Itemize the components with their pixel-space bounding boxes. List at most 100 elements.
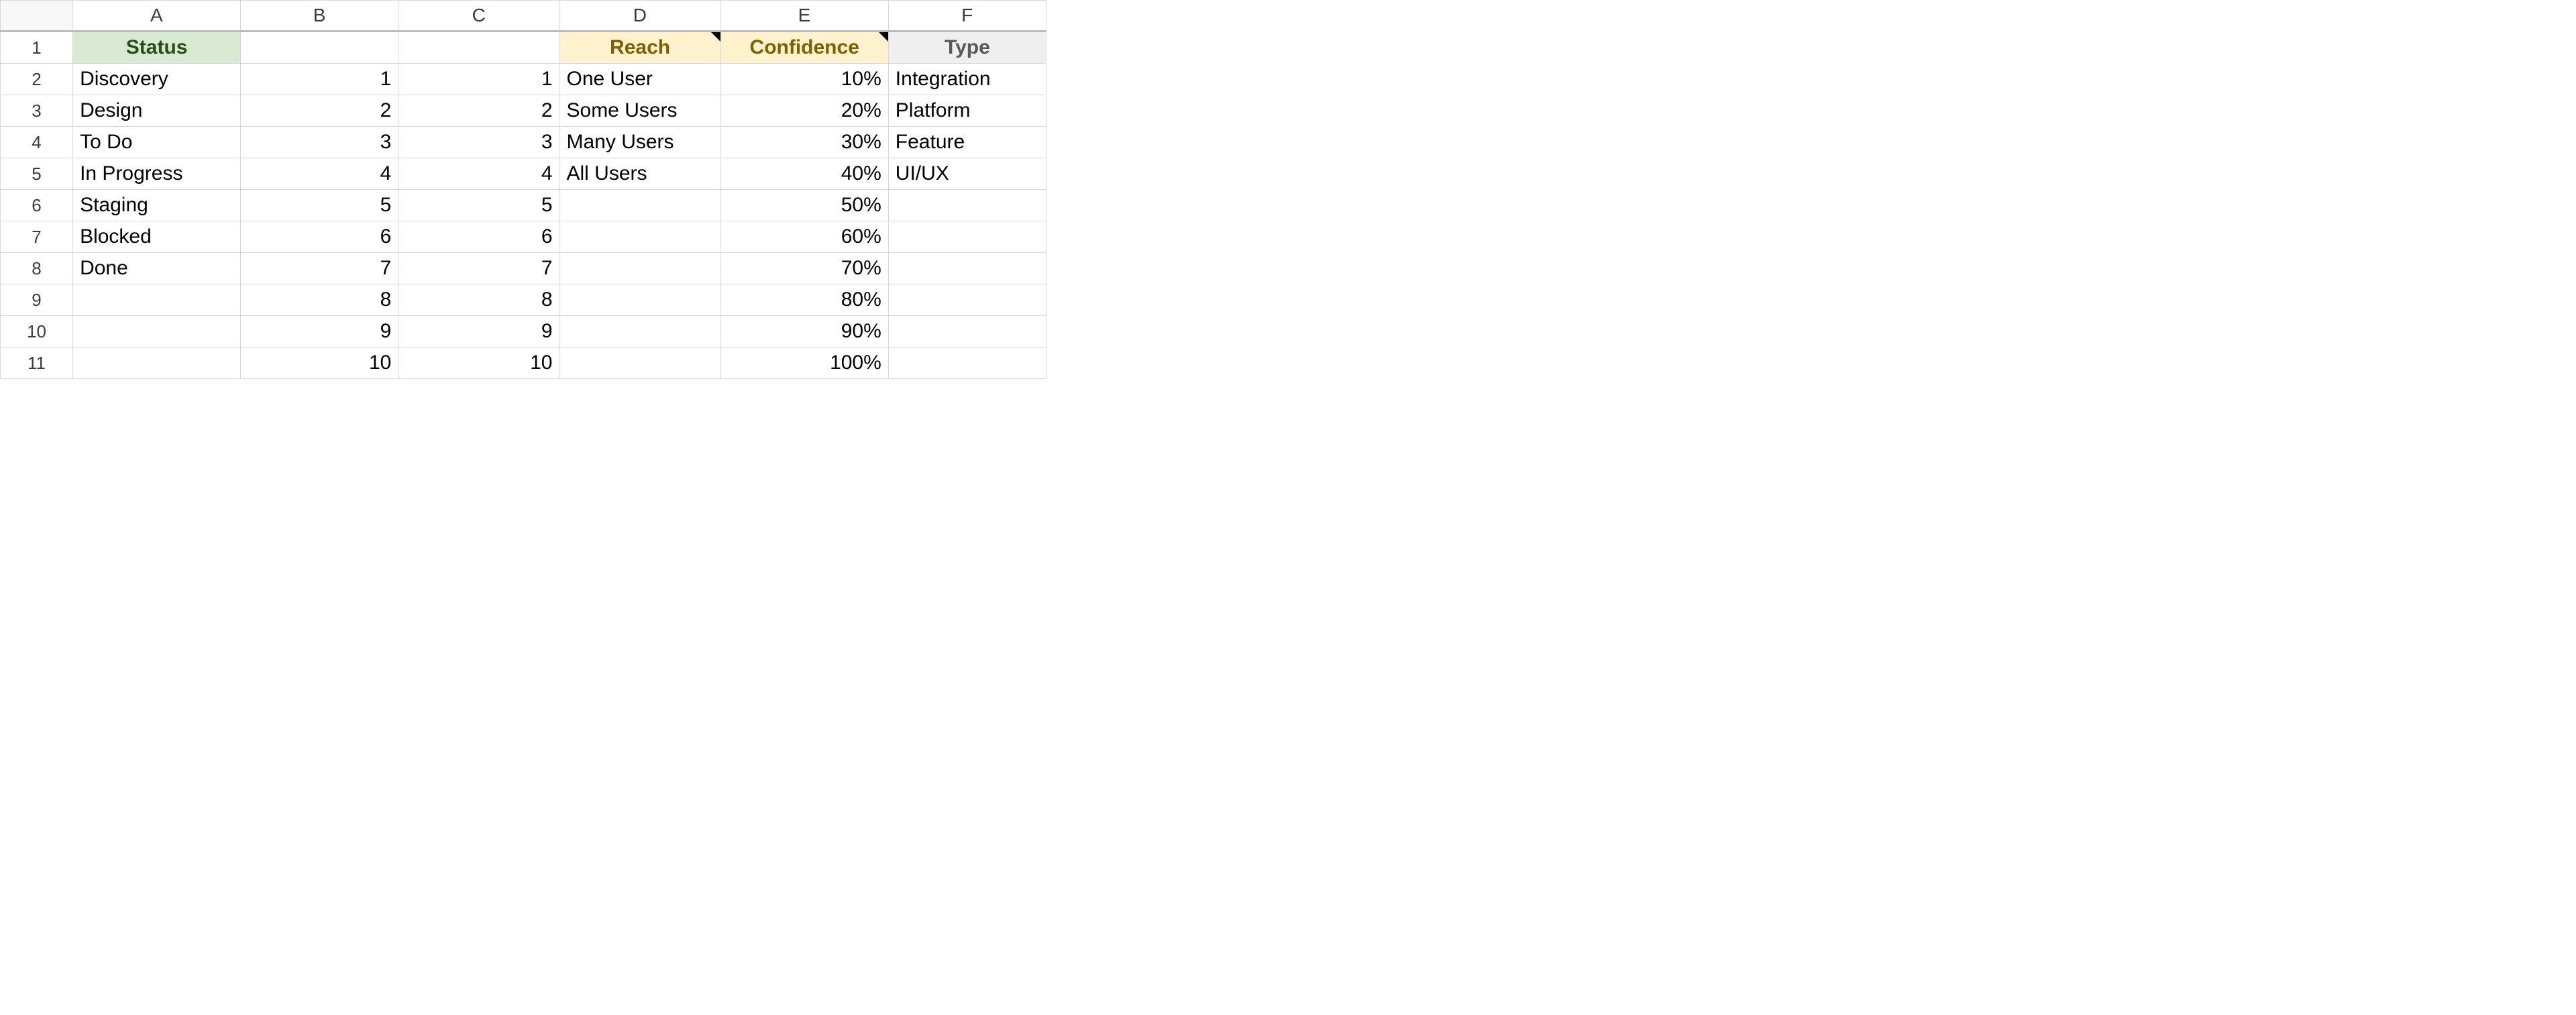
cell-e5[interactable]: 40% bbox=[720, 158, 888, 190]
cell-a3[interactable]: Design bbox=[73, 95, 241, 127]
table-row: 7 Blocked 6 6 60% bbox=[1, 221, 1046, 253]
cell-b11[interactable]: 10 bbox=[241, 348, 398, 379]
cell-a9[interactable] bbox=[73, 284, 241, 316]
cell-b4[interactable]: 3 bbox=[241, 127, 398, 158]
cell-e3[interactable]: 20% bbox=[720, 95, 888, 127]
col-header-a[interactable]: A bbox=[73, 1, 241, 32]
col-header-b[interactable]: B bbox=[241, 1, 398, 32]
cell-a2[interactable]: Discovery bbox=[73, 64, 241, 95]
table-row: 6 Staging 5 5 50% bbox=[1, 190, 1046, 221]
table-row: 2 Discovery 1 1 One User 10% Integration bbox=[1, 64, 1046, 95]
cell-a4[interactable]: To Do bbox=[73, 127, 241, 158]
table-row: 9 8 8 80% bbox=[1, 284, 1046, 316]
cell-e8[interactable]: 70% bbox=[720, 253, 888, 284]
cell-b1[interactable] bbox=[241, 32, 398, 64]
row-header-10[interactable]: 10 bbox=[1, 316, 73, 348]
row-header-7[interactable]: 7 bbox=[1, 221, 73, 253]
cell-f10[interactable] bbox=[888, 316, 1046, 348]
table-row: 1 Status Reach Confidence Type bbox=[1, 32, 1046, 64]
cell-e4[interactable]: 30% bbox=[720, 127, 888, 158]
table-row: 4 To Do 3 3 Many Users 30% Feature bbox=[1, 127, 1046, 158]
cell-f5[interactable]: UI/UX bbox=[888, 158, 1046, 190]
cell-d3[interactable]: Some Users bbox=[559, 95, 720, 127]
cell-d8[interactable] bbox=[559, 253, 720, 284]
cell-a11[interactable] bbox=[73, 348, 241, 379]
cell-c8[interactable]: 7 bbox=[398, 253, 559, 284]
col-header-e[interactable]: E bbox=[720, 1, 888, 32]
cell-c5[interactable]: 4 bbox=[398, 158, 559, 190]
cell-e6[interactable]: 50% bbox=[720, 190, 888, 221]
cell-b10[interactable]: 9 bbox=[241, 316, 398, 348]
row-header-4[interactable]: 4 bbox=[1, 127, 73, 158]
cell-c2[interactable]: 1 bbox=[398, 64, 559, 95]
row-header-9[interactable]: 9 bbox=[1, 284, 73, 316]
cell-c11[interactable]: 10 bbox=[398, 348, 559, 379]
note-indicator-icon[interactable] bbox=[879, 32, 888, 42]
cell-d1-header-reach[interactable]: Reach bbox=[559, 32, 720, 64]
row-header-5[interactable]: 5 bbox=[1, 158, 73, 190]
cell-d5[interactable]: All Users bbox=[559, 158, 720, 190]
row-header-1[interactable]: 1 bbox=[1, 32, 73, 64]
row-header-8[interactable]: 8 bbox=[1, 253, 73, 284]
cell-e10[interactable]: 90% bbox=[720, 316, 888, 348]
select-all-corner[interactable] bbox=[1, 1, 73, 32]
col-header-f[interactable]: F bbox=[888, 1, 1046, 32]
cell-c3[interactable]: 2 bbox=[398, 95, 559, 127]
cell-e2[interactable]: 10% bbox=[720, 64, 888, 95]
cell-e7[interactable]: 60% bbox=[720, 221, 888, 253]
cell-c6[interactable]: 5 bbox=[398, 190, 559, 221]
row-header-2[interactable]: 2 bbox=[1, 64, 73, 95]
table-row: 3 Design 2 2 Some Users 20% Platform bbox=[1, 95, 1046, 127]
cell-d2[interactable]: One User bbox=[559, 64, 720, 95]
cell-c10[interactable]: 9 bbox=[398, 316, 559, 348]
cell-f7[interactable] bbox=[888, 221, 1046, 253]
cell-f3[interactable]: Platform bbox=[888, 95, 1046, 127]
cell-a7[interactable]: Blocked bbox=[73, 221, 241, 253]
note-indicator-icon[interactable] bbox=[711, 32, 720, 42]
cell-d6[interactable] bbox=[559, 190, 720, 221]
cell-a5[interactable]: In Progress bbox=[73, 158, 241, 190]
cell-f4[interactable]: Feature bbox=[888, 127, 1046, 158]
col-header-c[interactable]: C bbox=[398, 1, 559, 32]
cell-f1-header-type[interactable]: Type bbox=[888, 32, 1046, 64]
cell-a8[interactable]: Done bbox=[73, 253, 241, 284]
cell-c4[interactable]: 3 bbox=[398, 127, 559, 158]
cell-d9[interactable] bbox=[559, 284, 720, 316]
cell-b7[interactable]: 6 bbox=[241, 221, 398, 253]
cell-f9[interactable] bbox=[888, 284, 1046, 316]
cell-b8[interactable]: 7 bbox=[241, 253, 398, 284]
cell-d10[interactable] bbox=[559, 316, 720, 348]
column-header-row: A B C D E F bbox=[1, 1, 1046, 32]
cell-e9[interactable]: 80% bbox=[720, 284, 888, 316]
cell-text: Confidence bbox=[750, 36, 859, 58]
cell-e11[interactable]: 100% bbox=[720, 348, 888, 379]
cell-c9[interactable]: 8 bbox=[398, 284, 559, 316]
cell-c1[interactable] bbox=[398, 32, 559, 64]
cell-a6[interactable]: Staging bbox=[73, 190, 241, 221]
row-header-6[interactable]: 6 bbox=[1, 190, 73, 221]
cell-b9[interactable]: 8 bbox=[241, 284, 398, 316]
cell-f2[interactable]: Integration bbox=[888, 64, 1046, 95]
cell-a1-header-status[interactable]: Status bbox=[73, 32, 241, 64]
cell-e1-header-confidence[interactable]: Confidence bbox=[720, 32, 888, 64]
cell-d11[interactable] bbox=[559, 348, 720, 379]
row-header-3[interactable]: 3 bbox=[1, 95, 73, 127]
row-header-11[interactable]: 11 bbox=[1, 348, 73, 379]
cell-a10[interactable] bbox=[73, 316, 241, 348]
spreadsheet-grid[interactable]: A B C D E F 1 Status Reach Confidence Ty… bbox=[0, 0, 1046, 379]
cell-f6[interactable] bbox=[888, 190, 1046, 221]
cell-c7[interactable]: 6 bbox=[398, 221, 559, 253]
cell-b3[interactable]: 2 bbox=[241, 95, 398, 127]
cell-b2[interactable]: 1 bbox=[241, 64, 398, 95]
cell-f11[interactable] bbox=[888, 348, 1046, 379]
cell-f8[interactable] bbox=[888, 253, 1046, 284]
table-row: 11 10 10 100% bbox=[1, 348, 1046, 379]
col-header-d[interactable]: D bbox=[559, 1, 720, 32]
cell-d4[interactable]: Many Users bbox=[559, 127, 720, 158]
cell-b6[interactable]: 5 bbox=[241, 190, 398, 221]
cell-d7[interactable] bbox=[559, 221, 720, 253]
cell-text: Reach bbox=[610, 36, 670, 58]
cell-b5[interactable]: 4 bbox=[241, 158, 398, 190]
table-row: 5 In Progress 4 4 All Users 40% UI/UX bbox=[1, 158, 1046, 190]
table-row: 8 Done 7 7 70% bbox=[1, 253, 1046, 284]
